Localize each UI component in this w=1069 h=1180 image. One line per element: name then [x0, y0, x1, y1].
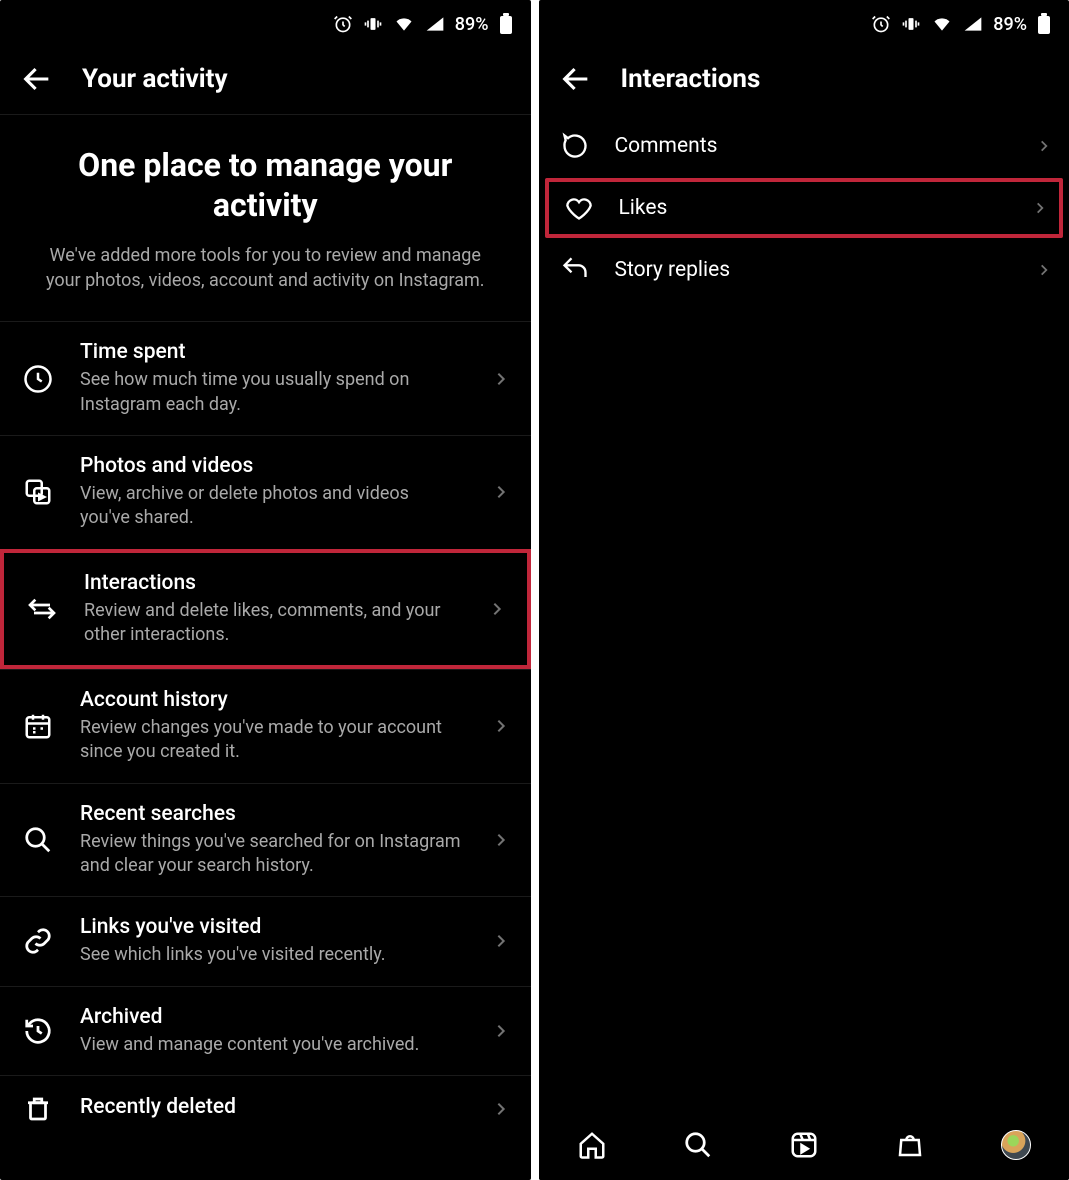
row-title: Links you've visited [80, 915, 471, 939]
row-subtitle: View, archive or delete photos and video… [80, 482, 471, 531]
wifi-icon [931, 14, 953, 34]
page-title: Interactions [621, 64, 761, 94]
link-icon [18, 926, 58, 956]
battery-percent: 89% [993, 14, 1027, 35]
row-title: Photos and videos [80, 454, 471, 478]
swap-icon [22, 593, 62, 625]
chevron-right-icon [493, 714, 513, 738]
trash-icon [18, 1094, 58, 1124]
row-label: Story replies [615, 258, 1016, 282]
row-account-history[interactable]: Account history Review changes you've ma… [0, 669, 531, 783]
nav-home-icon[interactable] [575, 1128, 609, 1162]
alarm-icon [871, 14, 891, 34]
row-subtitle: See which links you've visited recently. [80, 943, 471, 967]
chevron-right-icon [493, 480, 513, 504]
interactions-list: Comments Likes [539, 114, 1069, 302]
signal-icon [963, 14, 983, 34]
intro-section: One place to manage your activity We've … [0, 115, 531, 321]
chevron-right-icon [493, 367, 513, 391]
heart-icon [561, 194, 597, 222]
chevron-right-icon [493, 929, 513, 953]
reply-icon [557, 256, 593, 284]
row-time-spent[interactable]: Time spent See how much time you usually… [0, 321, 531, 435]
row-archived[interactable]: Archived View and manage content you've … [0, 986, 531, 1075]
chevron-right-icon [1033, 197, 1047, 219]
appbar: Interactions [539, 48, 1069, 114]
chevron-right-icon [493, 1097, 513, 1121]
nav-search-icon[interactable] [681, 1128, 715, 1162]
row-recently-deleted[interactable]: Recently deleted [0, 1075, 531, 1142]
bottom-nav [539, 1110, 1069, 1180]
row-story-replies[interactable]: Story replies [539, 238, 1069, 302]
row-links-visited[interactable]: Links you've visited See which links you… [0, 896, 531, 985]
comment-icon [557, 132, 593, 160]
row-title: Interactions [84, 571, 467, 595]
calendar-icon [18, 711, 58, 741]
appbar: Your activity [0, 48, 531, 115]
row-title: Archived [80, 1005, 471, 1029]
battery-icon [499, 13, 513, 35]
vibrate-icon [901, 14, 921, 34]
row-label: Comments [615, 134, 1016, 158]
row-photos-videos[interactable]: Photos and videos View, archive or delet… [0, 435, 531, 549]
row-subtitle: Review changes you've made to your accou… [80, 716, 471, 765]
wifi-icon [393, 14, 415, 34]
vibrate-icon [363, 14, 383, 34]
row-title: Account history [80, 688, 471, 712]
chevron-right-icon [1037, 135, 1051, 157]
row-recent-searches[interactable]: Recent searches Review things you've sea… [0, 783, 531, 897]
back-icon[interactable] [559, 62, 593, 96]
row-subtitle: Review things you've searched for on Ins… [80, 830, 471, 879]
signal-icon [425, 14, 445, 34]
search-icon [18, 825, 58, 855]
row-title: Recent searches [80, 802, 471, 826]
chevron-right-icon [493, 828, 513, 852]
nav-reels-icon[interactable] [787, 1128, 821, 1162]
phone-right: 89% Interactions Comments [539, 0, 1069, 1180]
chevron-right-icon [489, 597, 509, 621]
battery-icon [1037, 13, 1051, 35]
row-title: Time spent [80, 340, 471, 364]
row-interactions[interactable]: Interactions Review and delete likes, co… [0, 549, 531, 670]
intro-body: We've added more tools for you to review… [28, 243, 503, 293]
battery-percent: 89% [455, 14, 489, 35]
status-bar: 89% [0, 0, 531, 48]
phone-left: 89% Your activity One place to manage yo… [0, 0, 531, 1180]
nav-shop-icon[interactable] [893, 1128, 927, 1162]
row-likes[interactable]: Likes [549, 182, 1060, 234]
page-title: Your activity [82, 64, 228, 94]
media-icon [18, 477, 58, 507]
clock-icon [18, 364, 58, 394]
row-subtitle: See how much time you usually spend on I… [80, 368, 471, 417]
back-icon[interactable] [20, 62, 54, 96]
avatar-icon [1001, 1130, 1031, 1160]
row-subtitle: Review and delete likes, comments, and y… [84, 599, 467, 648]
history-icon [18, 1016, 58, 1046]
chevron-right-icon [1037, 259, 1051, 281]
row-comments[interactable]: Comments [539, 114, 1069, 178]
status-bar: 89% [539, 0, 1069, 48]
row-label: Likes [619, 196, 1012, 220]
activity-list: Time spent See how much time you usually… [0, 321, 531, 1142]
row-title: Recently deleted [80, 1095, 471, 1119]
alarm-icon [333, 14, 353, 34]
row-subtitle: View and manage content you've archived. [80, 1033, 471, 1057]
nav-profile-avatar[interactable] [999, 1128, 1033, 1162]
chevron-right-icon [493, 1019, 513, 1043]
intro-heading: One place to manage your activity [28, 145, 503, 225]
